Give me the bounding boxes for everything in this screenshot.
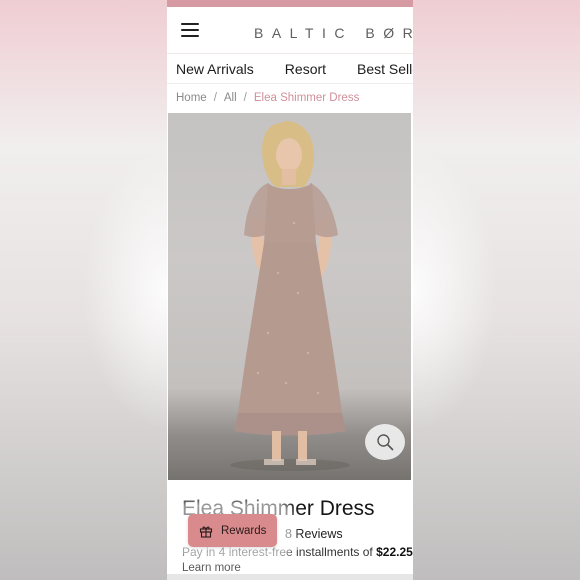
site-header: BALTIC BØR: [167, 7, 413, 54]
bottom-bar: [167, 574, 413, 580]
nav-item-new-arrivals[interactable]: New Arrivals: [176, 61, 254, 77]
zoom-button[interactable]: [365, 424, 405, 460]
product-image[interactable]: [168, 113, 411, 480]
magnifier-icon: [377, 434, 394, 451]
breadcrumb-current: Elea Shimmer Dress: [253, 92, 360, 104]
category-nav: New Arrivals Resort Best Seller: [167, 54, 413, 84]
gift-icon: [199, 526, 213, 538]
breadcrumb-separator: /: [243, 92, 247, 104]
brand-logo[interactable]: BALTIC BØR: [254, 25, 413, 41]
breadcrumb-separator: /: [213, 92, 217, 104]
nav-item-best-seller[interactable]: Best Seller: [357, 61, 413, 77]
breadcrumb: Home / All / Elea Shimmer Dress: [167, 84, 413, 112]
installment-amount: $22.25: [376, 545, 413, 559]
rewards-button[interactable]: Rewards: [188, 514, 277, 547]
rewards-label: Rewards: [221, 524, 267, 537]
learn-more-link[interactable]: Learn more: [182, 562, 241, 574]
menu-icon[interactable]: [181, 23, 199, 37]
top-accent-strip: [167, 0, 413, 7]
review-count[interactable]: 8 Reviews: [285, 527, 343, 541]
mobile-page: BALTIC BØR New Arrivals Resort Best Sell…: [167, 0, 413, 580]
backdrop-left: [0, 0, 167, 580]
model-photo: [230, 121, 350, 471]
backdrop-right: [413, 0, 580, 580]
breadcrumb-all[interactable]: All: [224, 92, 237, 104]
breadcrumb-home[interactable]: Home: [176, 92, 207, 104]
nav-item-resort[interactable]: Resort: [285, 61, 326, 77]
